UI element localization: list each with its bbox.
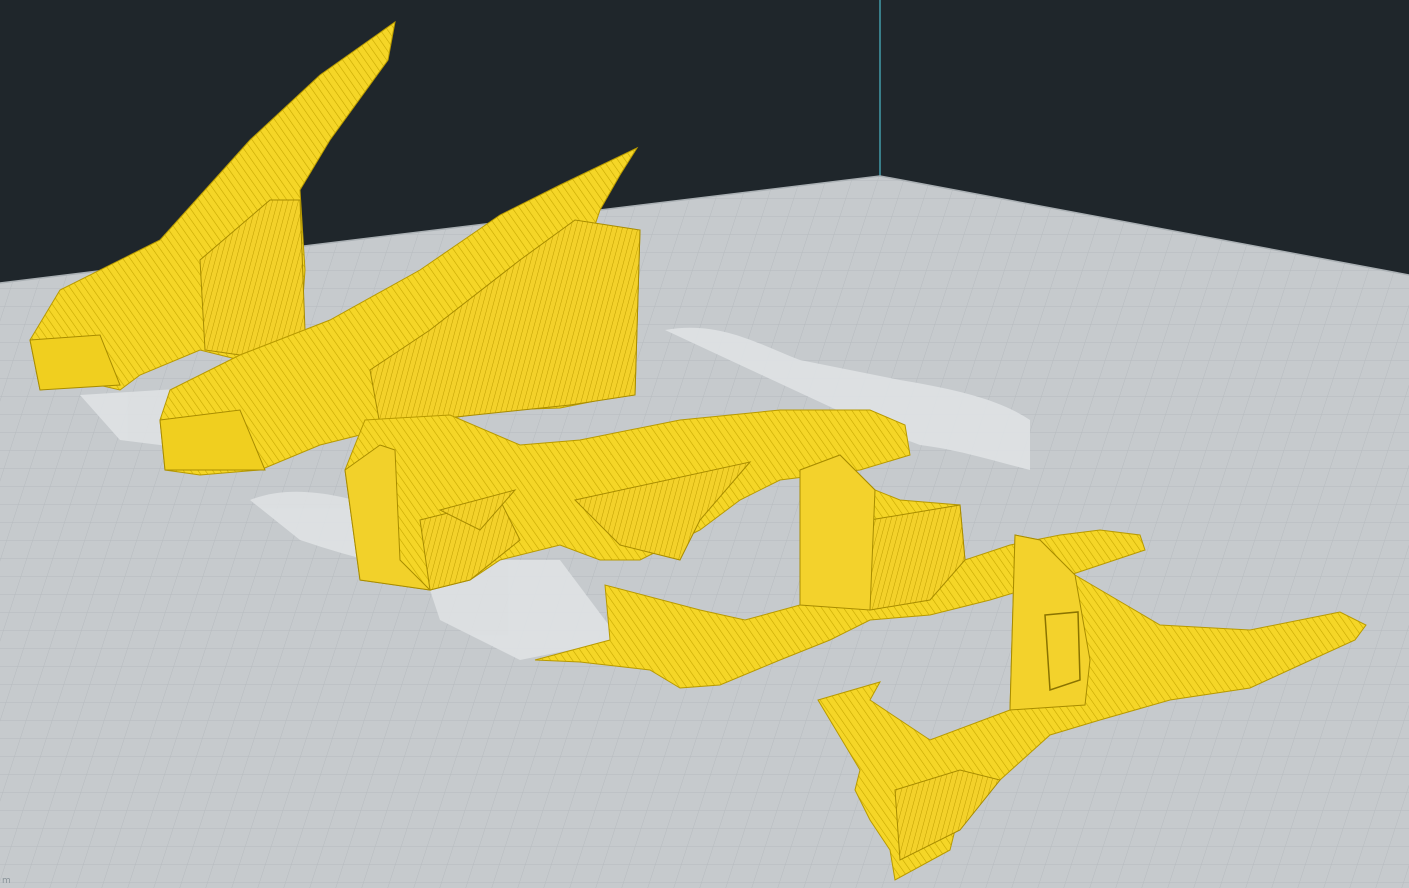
- 3d-viewport[interactable]: m: [0, 0, 1409, 888]
- corner-label: m: [2, 876, 11, 886]
